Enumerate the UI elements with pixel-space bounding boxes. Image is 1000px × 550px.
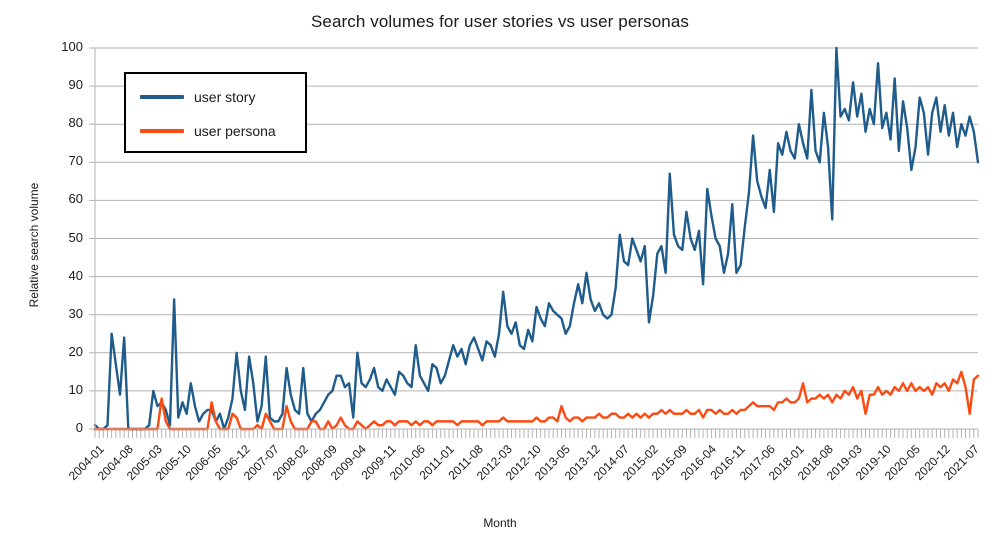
y-tick-label: 70 — [68, 153, 83, 169]
y-tick-label: 10 — [68, 381, 83, 397]
y-tick-label: 50 — [68, 229, 83, 245]
y-tick-label: 80 — [68, 115, 83, 131]
y-tick-label: 90 — [68, 77, 83, 93]
y-tick-label: 60 — [68, 191, 83, 207]
legend-entry-user-story: user story — [140, 86, 255, 108]
legend-swatch-user-persona — [140, 129, 184, 133]
legend-entry-user-persona: user persona — [140, 120, 276, 142]
chart-container: Search volumes for user stories vs user … — [0, 0, 1000, 550]
y-tick-label: 20 — [68, 343, 83, 359]
y-tick-label: 40 — [68, 267, 83, 283]
legend-swatch-user-story — [140, 95, 184, 99]
legend: user story user persona — [124, 72, 307, 153]
y-tick-label: 100 — [61, 39, 83, 54]
legend-label-user-story: user story — [194, 89, 256, 105]
x-axis-ticks — [94, 429, 979, 438]
y-tick-label: 0 — [75, 420, 83, 435]
y-tick-label: 30 — [68, 305, 83, 321]
legend-label-user-persona: user persona — [194, 123, 276, 139]
